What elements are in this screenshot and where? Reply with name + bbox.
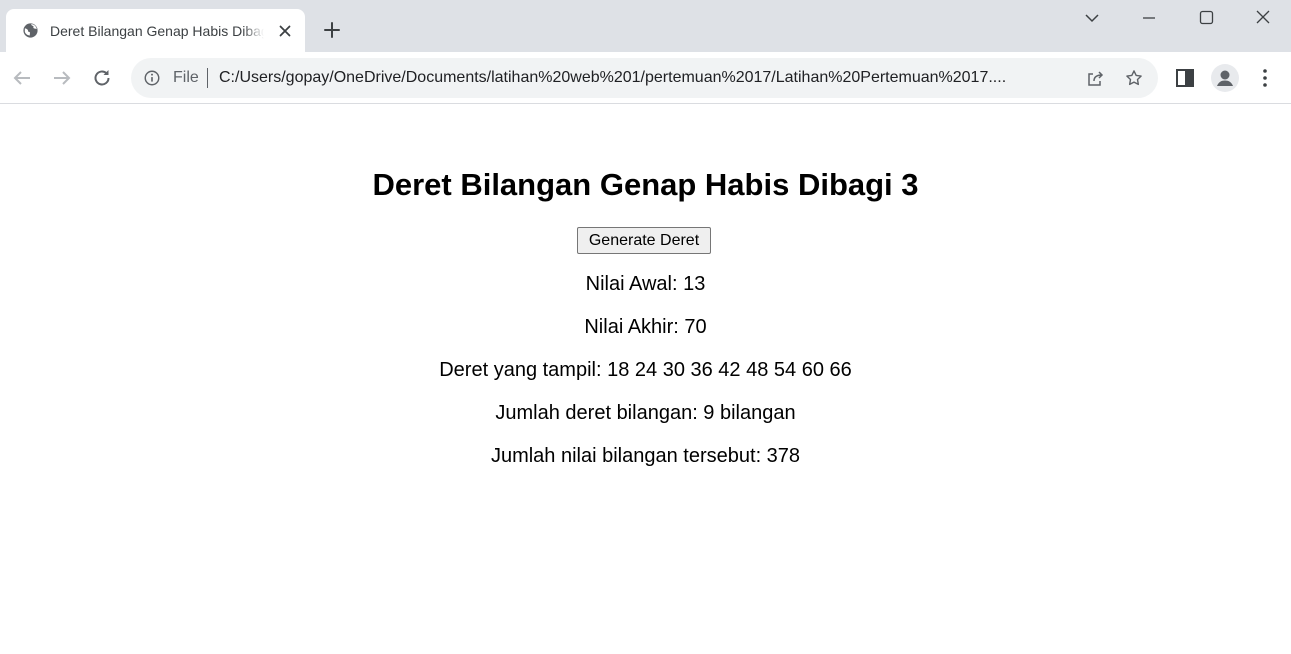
jumlah-nilai-text: Jumlah nilai bilangan tersebut: 378 bbox=[490, 445, 801, 467]
globe-icon bbox=[23, 23, 38, 38]
nilai-awal-text: Nilai Awal: 13 bbox=[585, 273, 706, 295]
profile-avatar[interactable] bbox=[1211, 64, 1239, 92]
page-content: Deret Bilangan Genap Habis Dibagi 3 Gene… bbox=[0, 105, 1291, 654]
reload-icon[interactable] bbox=[90, 66, 114, 90]
more-menu-icon[interactable] bbox=[1253, 66, 1277, 90]
bookmark-star-icon[interactable] bbox=[1124, 68, 1144, 88]
deret-text: Deret yang tampil: 18 24 30 36 42 48 54 … bbox=[439, 359, 852, 381]
info-icon[interactable] bbox=[143, 69, 161, 87]
browser-tab[interactable]: Deret Bilangan Genap Habis Dibagi 3 bbox=[6, 9, 305, 52]
url-text[interactable]: C:/Users/gopay/OneDrive/Documents/latiha… bbox=[219, 69, 1073, 87]
address-bar[interactable]: File C:/Users/gopay/OneDrive/Documents/l… bbox=[131, 58, 1158, 98]
maximize-icon[interactable] bbox=[1194, 6, 1218, 30]
tab-strip: Deret Bilangan Genap Habis Dibagi 3 bbox=[0, 0, 1291, 52]
nilai-akhir-text: Nilai Akhir: 70 bbox=[584, 316, 707, 338]
generate-deret-button[interactable]: Generate Deret bbox=[577, 227, 711, 254]
minimize-icon[interactable] bbox=[1137, 6, 1161, 30]
new-tab-icon[interactable] bbox=[320, 18, 344, 42]
jumlah-deret-text: Jumlah deret bilangan: 9 bilangan bbox=[495, 402, 796, 424]
share-icon[interactable] bbox=[1085, 69, 1105, 89]
page-title: Deret Bilangan Genap Habis Dibagi 3 bbox=[372, 167, 919, 202]
back-icon[interactable] bbox=[10, 66, 34, 90]
browser-toolbar: File C:/Users/gopay/OneDrive/Documents/l… bbox=[0, 52, 1291, 104]
scheme-separator bbox=[207, 68, 208, 88]
tab-title: Deret Bilangan Genap Habis Dibagi 3 bbox=[50, 23, 264, 39]
close-window-icon[interactable] bbox=[1251, 6, 1275, 30]
profile-icon bbox=[1217, 70, 1233, 86]
forward-icon[interactable] bbox=[50, 66, 74, 90]
scheme-label: File bbox=[173, 69, 199, 86]
tab-search-chevron-icon[interactable] bbox=[1080, 6, 1104, 30]
close-tab-icon[interactable] bbox=[276, 22, 294, 40]
side-panel-icon[interactable] bbox=[1173, 66, 1197, 90]
